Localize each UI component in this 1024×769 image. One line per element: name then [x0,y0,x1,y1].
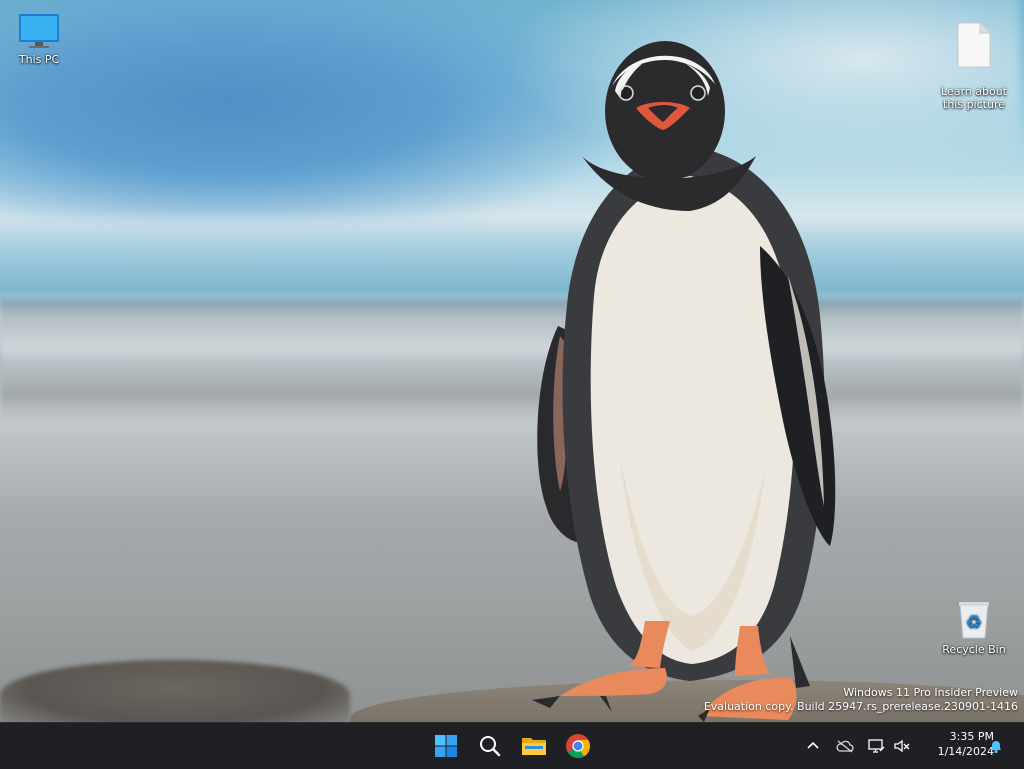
taskbar[interactable]: 3:35 PM 1/14/2024 [0,722,1024,769]
windows-build-watermark: Windows 11 Pro Insider Preview Evaluatio… [704,686,1018,714]
search-icon [480,736,501,757]
desktop[interactable]: This PC Learn about this picture ♻ Recyc… [0,0,1024,722]
desktop-icon-this-pc[interactable]: This PC [3,12,75,66]
wallpaper-rock-left [0,660,350,722]
show-hidden-icons-button[interactable] [804,737,822,755]
document-icon [957,22,991,68]
notification-bell-icon [991,741,1001,754]
folder-icon [522,738,546,755]
chevron-up-icon [807,741,819,749]
volume-tray-button[interactable] [893,737,911,755]
network-icon [868,739,885,753]
network-tray-button[interactable] [867,737,885,755]
desktop-icon-label: This PC [18,53,60,66]
chrome-button[interactable] [561,729,595,763]
clock-time: 3:35 PM [949,730,994,743]
windows-logo-icon [435,735,457,757]
start-button[interactable] [429,729,463,763]
desktop-icon-learn-about-picture[interactable]: Learn about this picture [938,8,1010,111]
search-button[interactable] [473,729,507,763]
volume-muted-icon [894,739,910,753]
cloud-offline-icon [836,740,854,753]
desktop-icon-label: Learn about this picture [941,85,1007,111]
penguin-wallpaper-image [532,41,836,722]
wallpaper-waves [0,300,1024,420]
svg-text:♻: ♻ [966,612,982,633]
onedrive-tray-button[interactable] [836,737,854,755]
recycle-bin-icon: ♻ [959,602,989,639]
file-explorer-button[interactable] [517,729,551,763]
monitor-icon [19,14,59,48]
clock-date: 1/14/2024 [937,745,994,758]
desktop-icon-label: Recycle Bin [942,643,1006,656]
clock-button[interactable]: 3:35 PM 1/14/2024 [918,729,994,759]
watermark-edition: Windows 11 Pro Insider Preview [843,686,1018,699]
notification-center-button[interactable] [987,737,1005,755]
desktop-icon-recycle-bin[interactable]: ♻ Recycle Bin [938,600,1010,656]
chrome-icon [566,734,590,759]
watermark-build: Evaluation copy. Build 25947.rs_prerelea… [703,700,1018,713]
